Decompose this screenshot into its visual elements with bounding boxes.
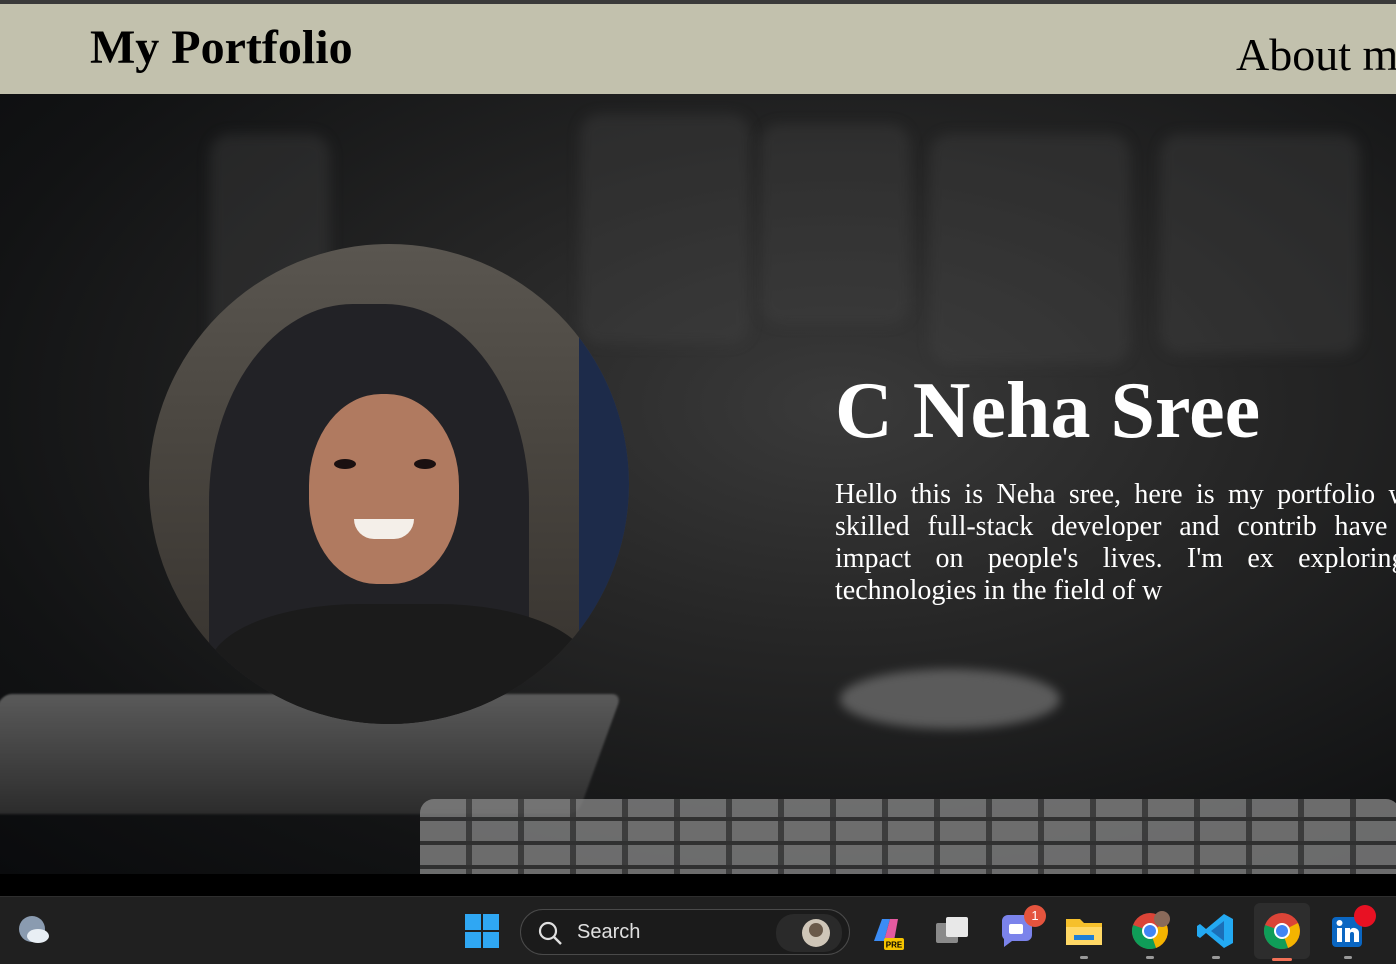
teams-notification-badge: 1 xyxy=(1024,905,1046,927)
hero-section: C Neha Sree Hello this is Neha sree, her… xyxy=(0,94,1396,874)
hero-bio: Hello this is Neha sree, here is my port… xyxy=(835,479,1396,606)
nav-link-about[interactable]: About m xyxy=(1236,28,1396,81)
teams-chat-icon[interactable]: 1 xyxy=(998,905,1046,951)
search-placeholder: Search xyxy=(577,921,641,943)
linkedin-notification-dot xyxy=(1354,905,1376,927)
vscode-icon[interactable] xyxy=(1196,911,1236,959)
file-explorer-icon[interactable] xyxy=(1064,911,1104,959)
weather-icon[interactable] xyxy=(14,911,54,951)
bg-jar xyxy=(760,124,910,324)
search-icon xyxy=(538,921,562,945)
bg-jar xyxy=(580,114,750,344)
taskbar: Search PRE 1 xyxy=(0,896,1396,964)
bg-jar xyxy=(1160,134,1360,354)
windows-start-icon[interactable] xyxy=(462,911,502,951)
search-input[interactable]: Search xyxy=(520,909,850,955)
linkedin-icon[interactable] xyxy=(1328,905,1376,959)
bg-bowl xyxy=(840,669,1060,729)
chrome-icon[interactable] xyxy=(1130,911,1170,959)
navbar: My Portfolio About m xyxy=(0,4,1396,94)
bg-jar xyxy=(930,134,1130,364)
search-highlight-icon xyxy=(776,914,842,952)
page-bottom-gap xyxy=(0,874,1396,896)
task-view-icon[interactable] xyxy=(932,911,972,951)
copilot-icon[interactable]: PRE xyxy=(866,911,906,951)
chrome-active-icon[interactable] xyxy=(1254,903,1310,961)
copilot-badge: PRE xyxy=(886,941,903,950)
hero-name: C Neha Sree xyxy=(835,367,1261,455)
brand-title[interactable]: My Portfolio xyxy=(90,20,353,75)
bg-keyboard xyxy=(420,799,1396,874)
profile-photo xyxy=(149,244,629,724)
